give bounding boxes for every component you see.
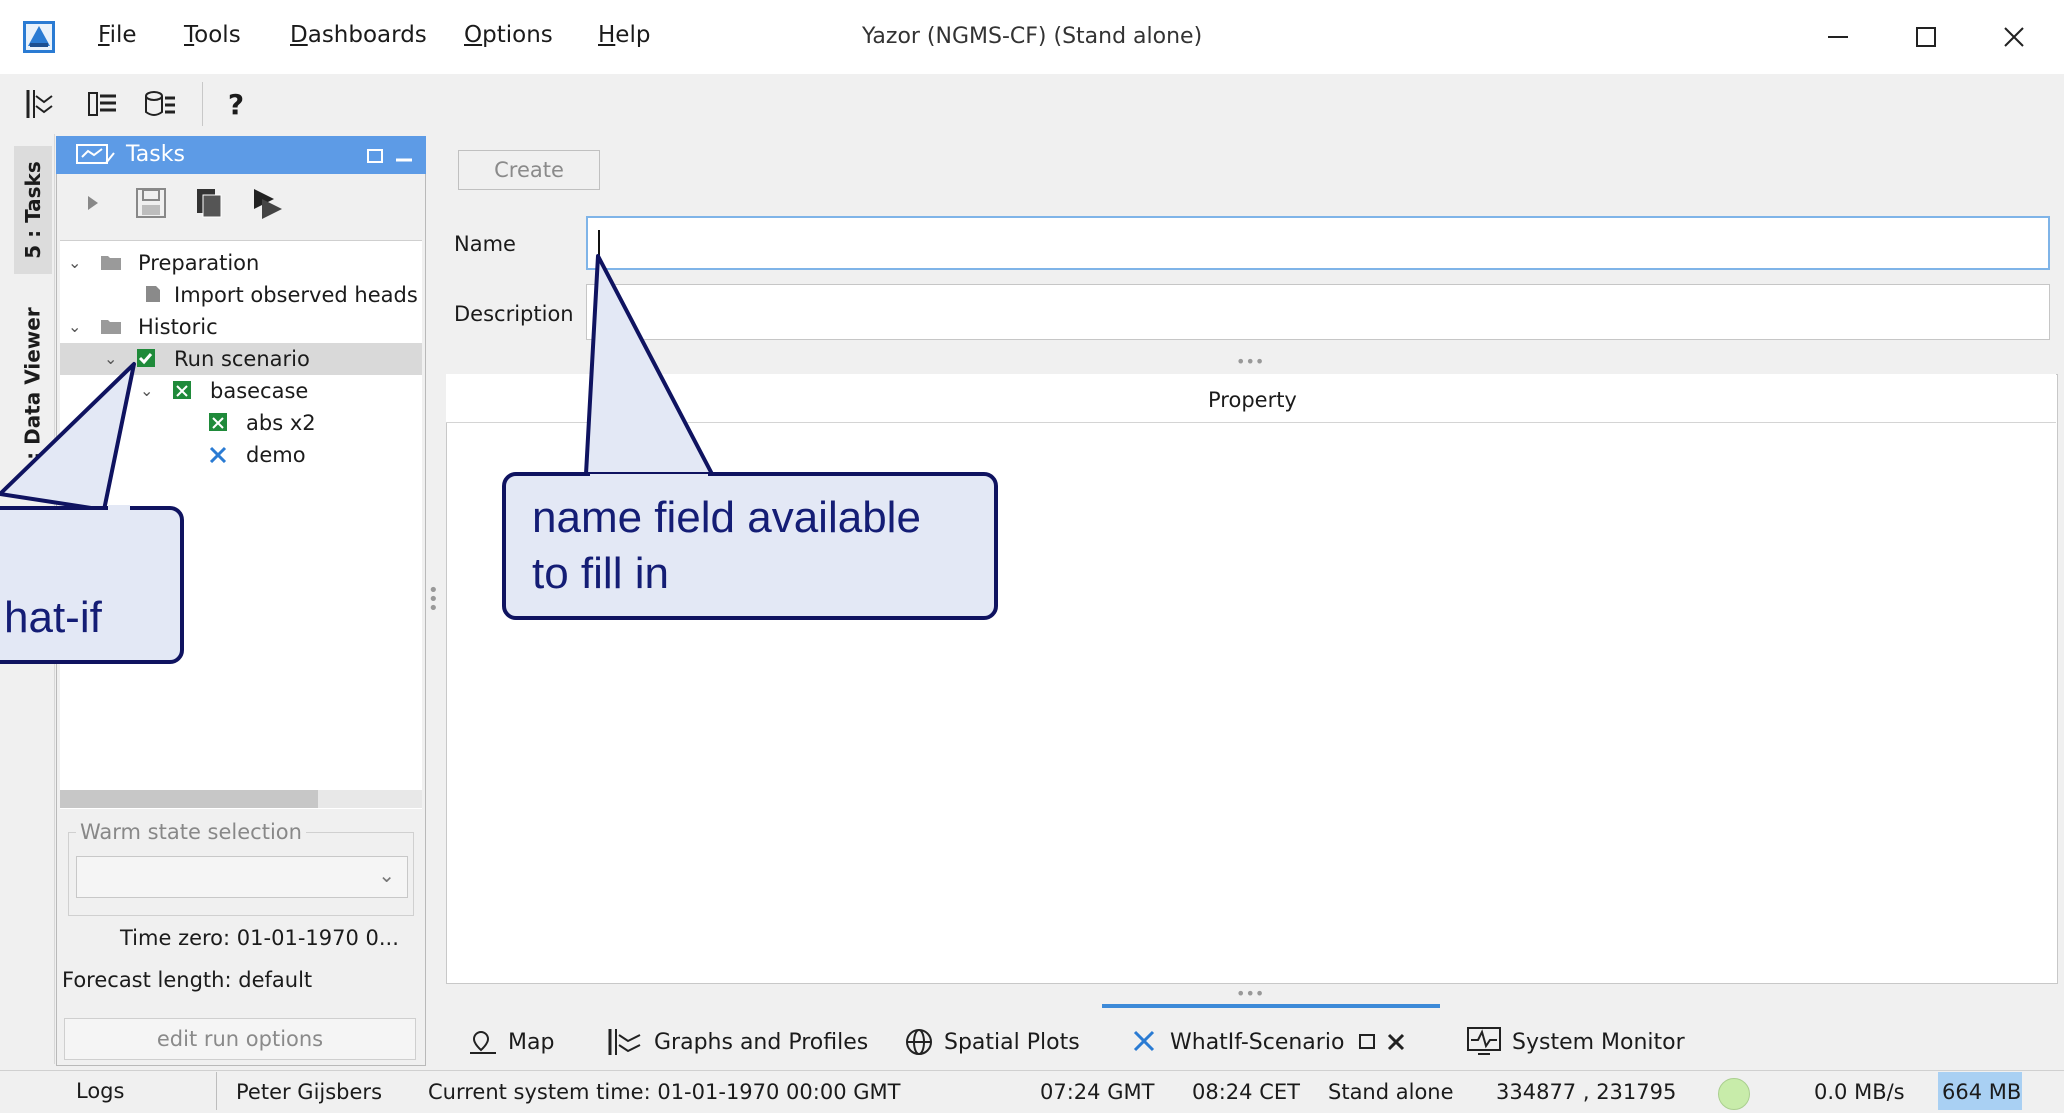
callout-pointer-joins — [108, 474, 708, 511]
